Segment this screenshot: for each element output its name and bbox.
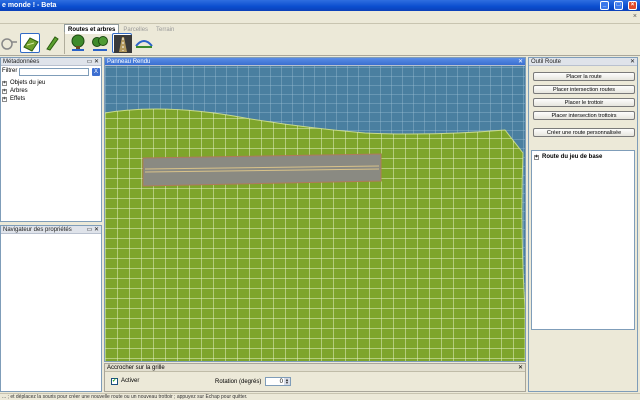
panel-header: Outil Route ✕ <box>529 58 637 66</box>
tree-item[interactable]: + Arbres <box>2 87 45 95</box>
activate-label: Activer <box>121 378 140 384</box>
toolbar: Routes et arbres Parcelles Terrain <box>0 24 640 56</box>
tree-item[interactable]: + Route du jeu de base <box>534 153 634 161</box>
terrain-scene[interactable] <box>105 58 526 362</box>
panel-title: Outil Route <box>531 59 562 65</box>
menu-strip: × <box>0 11 640 24</box>
brush-icon[interactable] <box>42 33 62 53</box>
hand-icon[interactable] <box>0 33 20 53</box>
expand-icon[interactable]: + <box>2 88 7 94</box>
road-segment <box>142 153 382 187</box>
rotation-value: 0 <box>279 379 283 385</box>
close-button[interactable]: × <box>628 1 637 10</box>
property-navigator-panel: Navigateur des propriétés ▭ ✕ <box>0 225 102 392</box>
road-icon[interactable] <box>112 33 132 53</box>
status-bar: ... ; et déplacez la souris pour créer u… <box>0 393 640 400</box>
panel-header: Métadonnées ▭ ✕ <box>1 58 101 66</box>
status-text: ... ; et déplacez la souris pour créer u… <box>2 394 248 400</box>
toolbar-separator <box>64 32 65 54</box>
title-bar: e monde ! - Beta _ □ × <box>0 0 640 11</box>
terrain-paint-icon[interactable] <box>20 33 40 53</box>
rotation-stepper[interactable]: 0 ▲ ▼ <box>265 377 291 386</box>
panel-buttons[interactable]: ▭ ✕ <box>87 226 99 234</box>
rotation-label: Rotation (degrés) <box>215 379 262 385</box>
place-road-button[interactable]: Placer la route <box>533 72 635 81</box>
viewport-header: Panneau Rendu ✕ <box>105 58 525 66</box>
place-road-intersection-button[interactable]: Placer intersection routes <box>533 85 635 94</box>
viewport-title: Panneau Rendu <box>107 59 151 65</box>
road-tool-panel: Outil Route ✕ Placer la route Placer int… <box>528 57 638 392</box>
panel-buttons[interactable]: ▭ ✕ <box>87 58 99 66</box>
panel-buttons[interactable]: ✕ <box>518 364 523 372</box>
bridge-icon[interactable] <box>134 33 154 53</box>
tree-item[interactable]: + Objets du jeu <box>2 79 45 87</box>
close-icon[interactable]: × <box>633 13 637 20</box>
tree-cluster-icon[interactable] <box>90 33 110 53</box>
tab-terrain[interactable]: Terrain <box>152 24 178 34</box>
panel-header: Navigateur des propriétés ▭ ✕ <box>1 226 101 234</box>
spin-arrows-icon[interactable]: ▲ ▼ <box>284 378 290 385</box>
activate-checkbox[interactable]: ✓ <box>111 378 118 385</box>
panel-header: Accrocher sur la grille ✕ <box>105 364 525 372</box>
tree-item[interactable]: + Effets <box>2 95 45 103</box>
minimize-button[interactable]: _ <box>600 1 609 10</box>
metadata-tree: + Objets du jeu + Arbres + Effets <box>2 79 45 103</box>
road-type-tree: + Route du jeu de base <box>531 150 635 330</box>
filter-input[interactable] <box>19 68 89 76</box>
clear-filter-button[interactable]: X <box>92 68 100 76</box>
place-sidewalk-intersection-button[interactable]: Placer intersection trottoirs <box>533 111 635 120</box>
create-custom-road-button[interactable]: Créer une route personnalisée <box>533 128 635 137</box>
expand-icon[interactable]: + <box>2 80 7 86</box>
expand-icon[interactable]: + <box>534 154 539 160</box>
panel-title: Métadonnées <box>3 59 40 65</box>
metadata-panel: Métadonnées ▭ ✕ Filtrer X + Objets du jeu… <box>0 57 102 222</box>
render-viewport[interactable]: Panneau Rendu ✕ <box>104 57 526 362</box>
panel-title: Navigateur des propriétés <box>3 227 72 233</box>
panel-title: Accrocher sur la grille <box>107 365 165 371</box>
maximize-button[interactable]: □ <box>614 1 623 10</box>
snap-to-grid-panel: Accrocher sur la grille ✕ ✓ Activer Rota… <box>104 363 526 392</box>
panel-buttons[interactable]: ✕ <box>518 58 523 66</box>
place-sidewalk-button[interactable]: Placer le trottoir <box>533 98 635 107</box>
tree-icon[interactable] <box>68 33 88 53</box>
filter-label: Filtrer <box>2 68 18 74</box>
panel-buttons[interactable]: ✕ <box>630 58 635 66</box>
expand-icon[interactable]: + <box>2 96 7 102</box>
window-title: e monde ! - Beta <box>2 2 57 9</box>
filter-row: Filtrer X <box>1 67 101 77</box>
